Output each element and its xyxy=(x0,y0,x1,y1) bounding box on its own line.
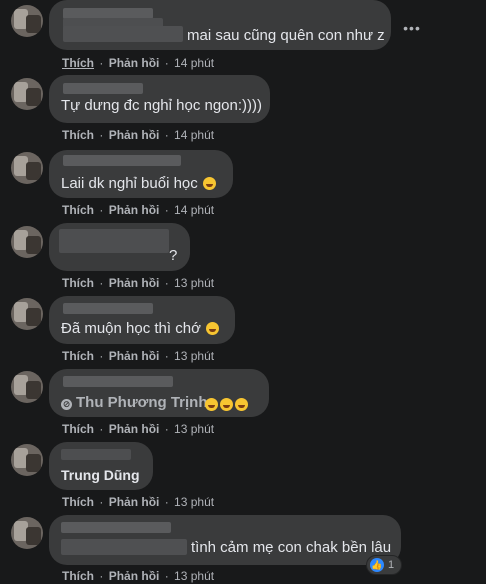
rofl-emoji-group xyxy=(203,396,248,414)
like-button[interactable]: Thích xyxy=(62,128,94,142)
separator: · xyxy=(164,495,169,509)
comment-actions: Thích · Phản hồi · 13 phút xyxy=(62,349,214,363)
separator: · xyxy=(99,56,104,70)
reply-button[interactable]: Phản hồi xyxy=(109,349,160,363)
blurred-author-name[interactable] xyxy=(61,522,171,533)
comment-bubble: Tự dưng đc nghỉ học ngon:)))) xyxy=(49,75,270,123)
comment-actions: Thích · Phản hồi · 13 phút xyxy=(62,495,214,509)
timestamp[interactable]: 13 phút xyxy=(174,276,214,290)
avatar[interactable] xyxy=(11,298,43,330)
separator: · xyxy=(164,349,169,363)
reaction-count[interactable]: 👍 1 xyxy=(366,555,402,575)
separator: · xyxy=(99,569,104,583)
timestamp[interactable]: 14 phút xyxy=(174,128,214,142)
reply-button[interactable]: Phản hồi xyxy=(109,495,160,509)
more-options-icon[interactable]: ••• xyxy=(398,14,426,42)
timestamp[interactable]: 13 phút xyxy=(174,422,214,436)
like-button[interactable]: Thích xyxy=(62,203,94,217)
comment-bubble: Đã muộn học thì chớ xyxy=(49,296,235,344)
laughing-emoji-icon xyxy=(202,177,216,190)
separator: · xyxy=(99,276,104,290)
reply-button[interactable]: Phản hồi xyxy=(109,422,160,436)
comment-actions: Thích · Phản hồi · 13 phút xyxy=(62,276,214,290)
comment-text: mai sau cũng quên con như z xyxy=(187,27,385,44)
reply-button[interactable]: Phản hồi xyxy=(109,128,160,142)
separator: · xyxy=(164,128,169,142)
reply-button[interactable]: Phản hồi xyxy=(109,569,160,583)
separator: · xyxy=(164,203,169,217)
comment-bubble: ? xyxy=(49,223,190,271)
like-button[interactable]: Thích xyxy=(62,495,94,509)
timestamp[interactable]: 13 phút xyxy=(174,569,214,583)
blurred-text xyxy=(61,539,187,555)
separator: · xyxy=(164,422,169,436)
reply-button[interactable]: Phản hồi xyxy=(109,56,160,70)
blurred-author-name[interactable] xyxy=(63,83,143,94)
comment-bubble: Laii dk nghỉ buổi học xyxy=(49,150,233,198)
comment-bubble: mai sau cũng quên con như z xyxy=(49,0,391,50)
tag-icon: ⊘ xyxy=(61,399,72,410)
separator: · xyxy=(164,56,169,70)
mention-name: Thu Phương Trịnh xyxy=(76,394,208,411)
separator: · xyxy=(99,495,104,509)
blurred-author-name[interactable] xyxy=(63,376,173,387)
rofl-emoji-icon xyxy=(220,398,233,411)
comment-bubble: ⊘ Thu Phương Trịnh xyxy=(49,369,269,417)
timestamp[interactable]: 14 phút xyxy=(174,56,214,70)
avatar[interactable] xyxy=(11,226,43,258)
avatar[interactable] xyxy=(11,444,43,476)
separator: · xyxy=(99,128,104,142)
like-reaction-icon: 👍 xyxy=(370,558,384,572)
comment-text: Tự dưng đc nghỉ học ngon:)))) xyxy=(61,97,263,114)
blurred-author-name[interactable] xyxy=(61,449,131,460)
comment-actions: Thích · Phản hồi · 14 phút xyxy=(62,128,214,142)
like-button[interactable]: Thích xyxy=(62,569,94,583)
separator: · xyxy=(99,422,104,436)
timestamp[interactable]: 13 phút xyxy=(174,349,214,363)
timestamp[interactable]: 14 phút xyxy=(174,203,214,217)
blurred-author-name[interactable] xyxy=(63,303,153,314)
separator: · xyxy=(99,203,104,217)
comment-actions: Thích · Phản hồi · 13 phút xyxy=(62,569,214,583)
avatar[interactable] xyxy=(11,371,43,403)
comment-text-content: Đã muộn học thì chớ xyxy=(61,320,201,337)
comment-bubble: Trung Dũng xyxy=(49,442,153,490)
blurred-author-name[interactable] xyxy=(63,155,181,166)
blurred-text xyxy=(63,26,183,42)
like-button[interactable]: Thích xyxy=(62,422,94,436)
like-button[interactable]: Thích xyxy=(62,276,94,290)
blurred-author-name[interactable] xyxy=(59,229,169,253)
separator: · xyxy=(164,569,169,583)
comment-actions: Thích · Phản hồi · 14 phút xyxy=(62,56,214,70)
reply-button[interactable]: Phản hồi xyxy=(109,276,160,290)
comment-bubble: tình cảm mẹ con chak bền lâu xyxy=(49,515,401,565)
comment-text: Đã muộn học thì chớ xyxy=(61,320,219,337)
mention-tag[interactable]: ⊘ Thu Phương Trịnh xyxy=(61,394,208,411)
separator: · xyxy=(164,276,169,290)
reaction-count-value: 1 xyxy=(388,559,395,571)
rofl-emoji-icon xyxy=(235,398,248,411)
laughing-emoji-icon xyxy=(205,322,219,335)
comment-actions: Thích · Phản hồi · 14 phút xyxy=(62,203,214,217)
avatar[interactable] xyxy=(11,78,43,110)
author-name[interactable]: Trung Dũng xyxy=(61,467,140,483)
rofl-emoji-icon xyxy=(205,398,218,411)
like-button[interactable]: Thích xyxy=(62,349,94,363)
reply-button[interactable]: Phản hồi xyxy=(109,203,160,217)
comment-text: tình cảm mẹ con chak bền lâu xyxy=(191,539,392,556)
comment-text: ? xyxy=(169,247,178,264)
avatar[interactable] xyxy=(11,5,43,37)
timestamp[interactable]: 13 phút xyxy=(174,495,214,509)
like-button[interactable]: Thích xyxy=(62,56,94,70)
comment-actions: Thích · Phản hồi · 13 phút xyxy=(62,422,214,436)
avatar[interactable] xyxy=(11,517,43,549)
comment-text-content: Laii dk nghỉ buổi học xyxy=(61,175,198,192)
avatar[interactable] xyxy=(11,152,43,184)
separator: · xyxy=(99,349,104,363)
comment-text: Laii dk nghỉ buổi học xyxy=(61,175,216,192)
